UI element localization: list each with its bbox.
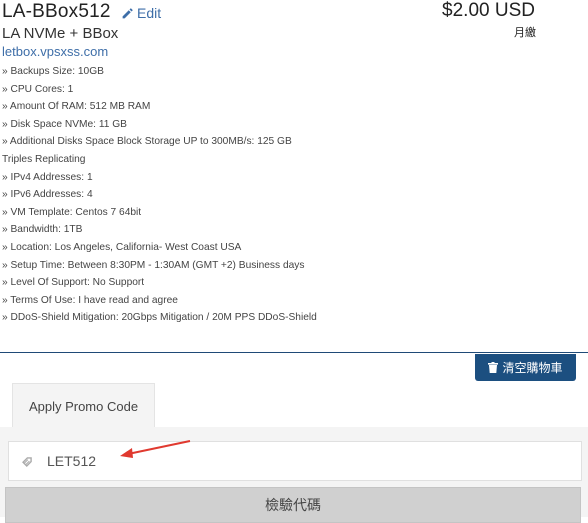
feature-item: » Level Of Support: No Support	[2, 277, 145, 289]
clear-cart-button[interactable]: 清空購物車	[475, 354, 576, 381]
product-domain: letbox.vpsxss.com	[2, 44, 109, 59]
feature-item: » Additional Disks Space Block Storage U…	[2, 136, 292, 165]
feature-item: » CPU Cores: 1	[2, 83, 74, 95]
pencil-icon	[122, 7, 133, 18]
billing-cycle: 月繳	[514, 27, 536, 39]
trash-icon	[488, 362, 499, 373]
promo-input-group[interactable]	[8, 441, 582, 481]
feature-item: » Disk Space NVMe: 11 GB	[2, 118, 127, 130]
feature-item: » DDoS-Shield Mitigation: 20Gbps Mitigat…	[2, 312, 317, 324]
feature-item: » VM Template: Centos 7 64bit	[2, 206, 142, 218]
validate-code-button[interactable]: 檢驗代碼	[5, 487, 581, 523]
product-details: LA-BBox512 Edit $2.00 USD 月繳 LA NVMe + B…	[0, 0, 588, 352]
feature-item: » Setup Time: Between 8:30PM - 1:30AM (G…	[2, 259, 305, 271]
feature-item: » Bandwidth: 1TB	[2, 224, 83, 236]
tag-icon	[22, 457, 32, 467]
product-subtitle: LA NVMe + BBox	[2, 25, 119, 42]
clear-cart-label: 清空購物車	[502, 361, 563, 375]
feature-list: » Backups Size: 10GB » CPU Cores: 1 » Am…	[2, 63, 322, 327]
feature-item: » IPv6 Addresses: 4	[2, 189, 93, 201]
edit-link[interactable]: Edit	[121, 5, 161, 21]
feature-item: » Location: Los Angeles, California- Wes…	[2, 241, 242, 253]
tab-apply-promo-code[interactable]: Apply Promo Code	[12, 383, 155, 428]
product-name: LA-BBox512	[2, 1, 111, 22]
product-price: $2.00 USD	[442, 0, 535, 21]
feature-item: » Amount Of RAM: 512 MB RAM	[2, 101, 151, 113]
arrow-annotation	[120, 440, 191, 458]
section-divider	[0, 352, 588, 353]
feature-item: » IPv4 Addresses: 1	[2, 171, 93, 183]
feature-item: » Backups Size: 10GB	[2, 66, 104, 77]
edit-label: Edit	[137, 5, 162, 21]
feature-item: » Terms Of Use: I have read and agree	[2, 294, 178, 306]
